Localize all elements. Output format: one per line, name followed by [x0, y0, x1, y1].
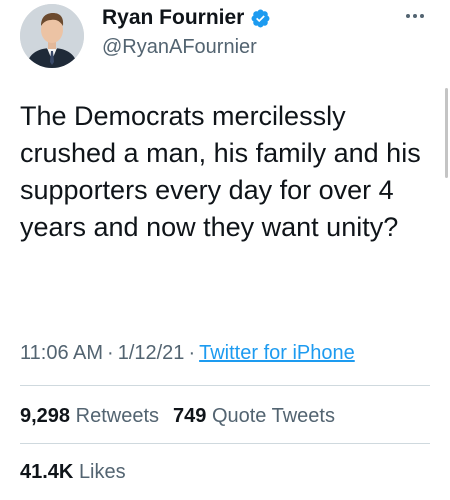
likes-stat[interactable]: 41.4K Likes [20, 461, 126, 483]
tweet-source-link[interactable]: Twitter for iPhone [199, 342, 355, 364]
more-horizontal-icon[interactable] [404, 6, 426, 26]
tweet-meta: 11:06 AM · 1/12/21 · Twitter for iPhone [20, 342, 355, 365]
retweets-count: 9,298 [20, 405, 71, 427]
author-row: Ryan Fournier [102, 6, 271, 30]
likes-count: 41.4K [20, 461, 74, 483]
meta-separator: · [107, 342, 114, 364]
avatar[interactable] [20, 4, 84, 68]
quotes-count: 749 [173, 405, 207, 427]
tweet-time[interactable]: 11:06 AM [20, 342, 103, 364]
retweets-label: Retweets [75, 405, 159, 427]
meta-separator: · [188, 342, 196, 364]
scrollbar[interactable] [445, 88, 448, 178]
likes-stats: 41.4K Likes [20, 461, 140, 484]
quote-tweets-stat[interactable]: 749 Quote Tweets [173, 405, 335, 427]
tweet-date[interactable]: 1/12/21 [118, 342, 185, 364]
author-handle[interactable]: @RyanAFournier [102, 36, 257, 59]
engagement-stats: 9,298 Retweets 749 Quote Tweets [20, 405, 349, 428]
retweets-stat[interactable]: 9,298 Retweets [20, 405, 159, 427]
likes-label: Likes [78, 461, 126, 483]
divider [20, 443, 430, 444]
verified-badge-icon [250, 8, 271, 29]
author-name[interactable]: Ryan Fournier [102, 6, 244, 30]
tweet-text: The Democrats mercilessly crushed a man,… [20, 101, 421, 242]
quotes-label: Quote Tweets [211, 405, 335, 427]
divider [20, 385, 430, 386]
tweet: Ryan Fournier @RyanAFournier The Democra… [0, 0, 450, 500]
